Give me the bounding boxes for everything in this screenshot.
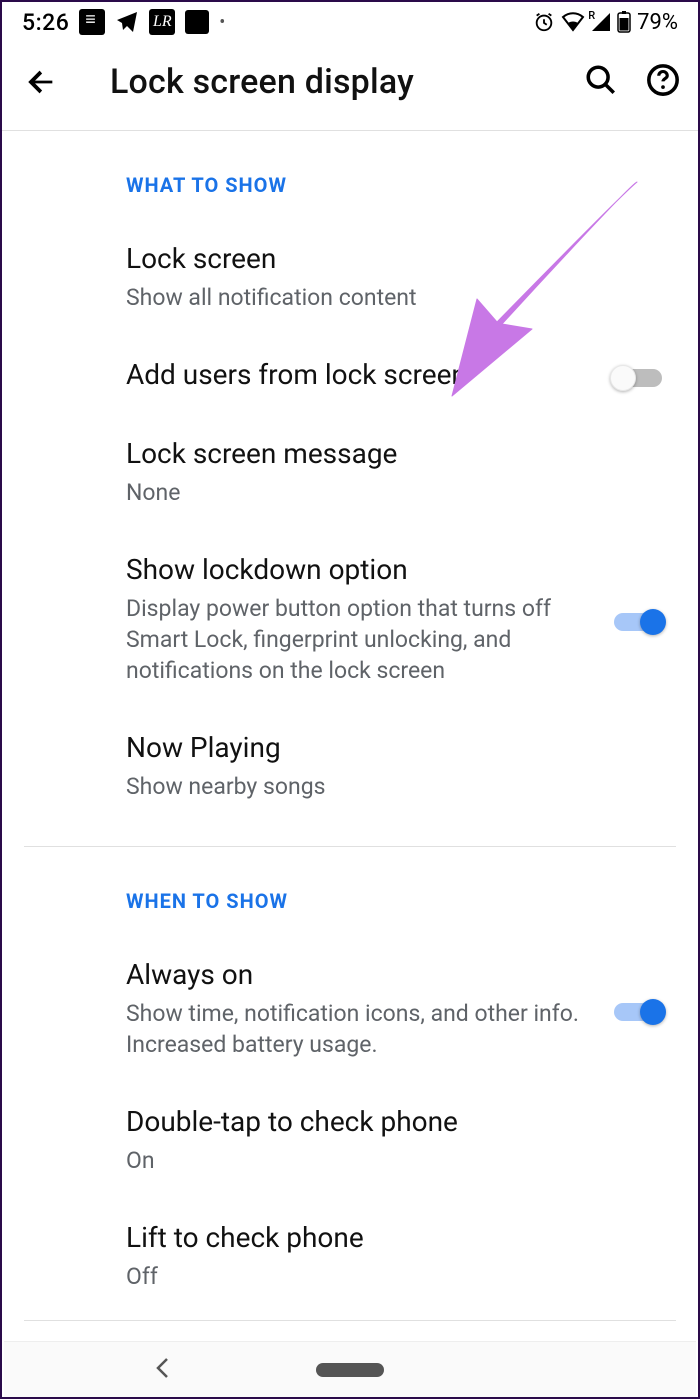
notification-more-icon: • [219,12,225,33]
back-button[interactable] [24,65,72,99]
battery-icon [617,11,631,33]
section-when-to-show: When to show Always on Show time, notifi… [24,847,676,1321]
battery-percentage: 79% [637,10,678,35]
setting-title: Lock screen [126,241,660,276]
setting-subtitle: On [126,1145,660,1176]
setting-always-on[interactable]: Always on Show time, notification icons,… [24,957,676,1104]
setting-add-users[interactable]: Add users from lock screen [24,357,676,436]
section-heading: What to show [126,173,676,197]
setting-now-playing[interactable]: Now Playing Show nearby songs [24,730,676,846]
nav-home-pill[interactable] [316,1363,384,1377]
setting-subtitle: Display power button option that turns o… [126,593,584,686]
notification-app-icon [185,10,209,34]
setting-lock-screen-message[interactable]: Lock screen message None [24,436,676,552]
section-what-to-show: What to show Lock screen Show all notifi… [24,131,676,847]
notification-telegram-icon [115,10,139,34]
setting-title: Add users from lock screen [126,357,584,392]
section-heading: When to show [126,889,676,913]
search-button[interactable] [584,63,618,101]
setting-show-lockdown[interactable]: Show lockdown option Display power butto… [24,552,676,730]
navigation-bar [4,1341,696,1397]
alarm-icon [533,11,555,33]
setting-subtitle: Off [126,1261,660,1292]
settings-list: What to show Lock screen Show all notifi… [2,131,698,1321]
setting-subtitle: Show nearby songs [126,771,660,802]
help-button[interactable] [646,63,680,101]
setting-title: Double-tap to check phone [126,1104,660,1139]
nav-back-button[interactable] [154,1356,172,1384]
app-bar: Lock screen display [2,42,698,130]
setting-title: Now Playing [126,730,660,765]
setting-lock-screen[interactable]: Lock screen Show all notification conten… [24,241,676,357]
status-time: 5:26 [22,9,69,36]
toggle-always-on[interactable] [612,996,664,1026]
setting-title: Show lockdown option [126,552,584,587]
notification-lr-icon: LR [149,9,175,35]
status-bar: 5:26 LR • R 79% [2,2,698,42]
toggle-add-users[interactable] [612,362,664,392]
page-title: Lock screen display [110,62,584,102]
setting-subtitle: Show all notification content [126,282,660,313]
setting-title: Always on [126,957,584,992]
setting-title: Lift to check phone [126,1220,660,1255]
wifi-icon: R [561,12,585,32]
setting-lift-to-check[interactable]: Lift to check phone Off [24,1220,676,1320]
notification-chat-icon [79,9,105,35]
setting-subtitle: None [126,477,660,508]
setting-subtitle: Show time, notification icons, and other… [126,998,584,1060]
toggle-show-lockdown[interactable] [612,606,664,636]
setting-title: Lock screen message [126,436,660,471]
setting-double-tap[interactable]: Double-tap to check phone On [24,1104,676,1220]
